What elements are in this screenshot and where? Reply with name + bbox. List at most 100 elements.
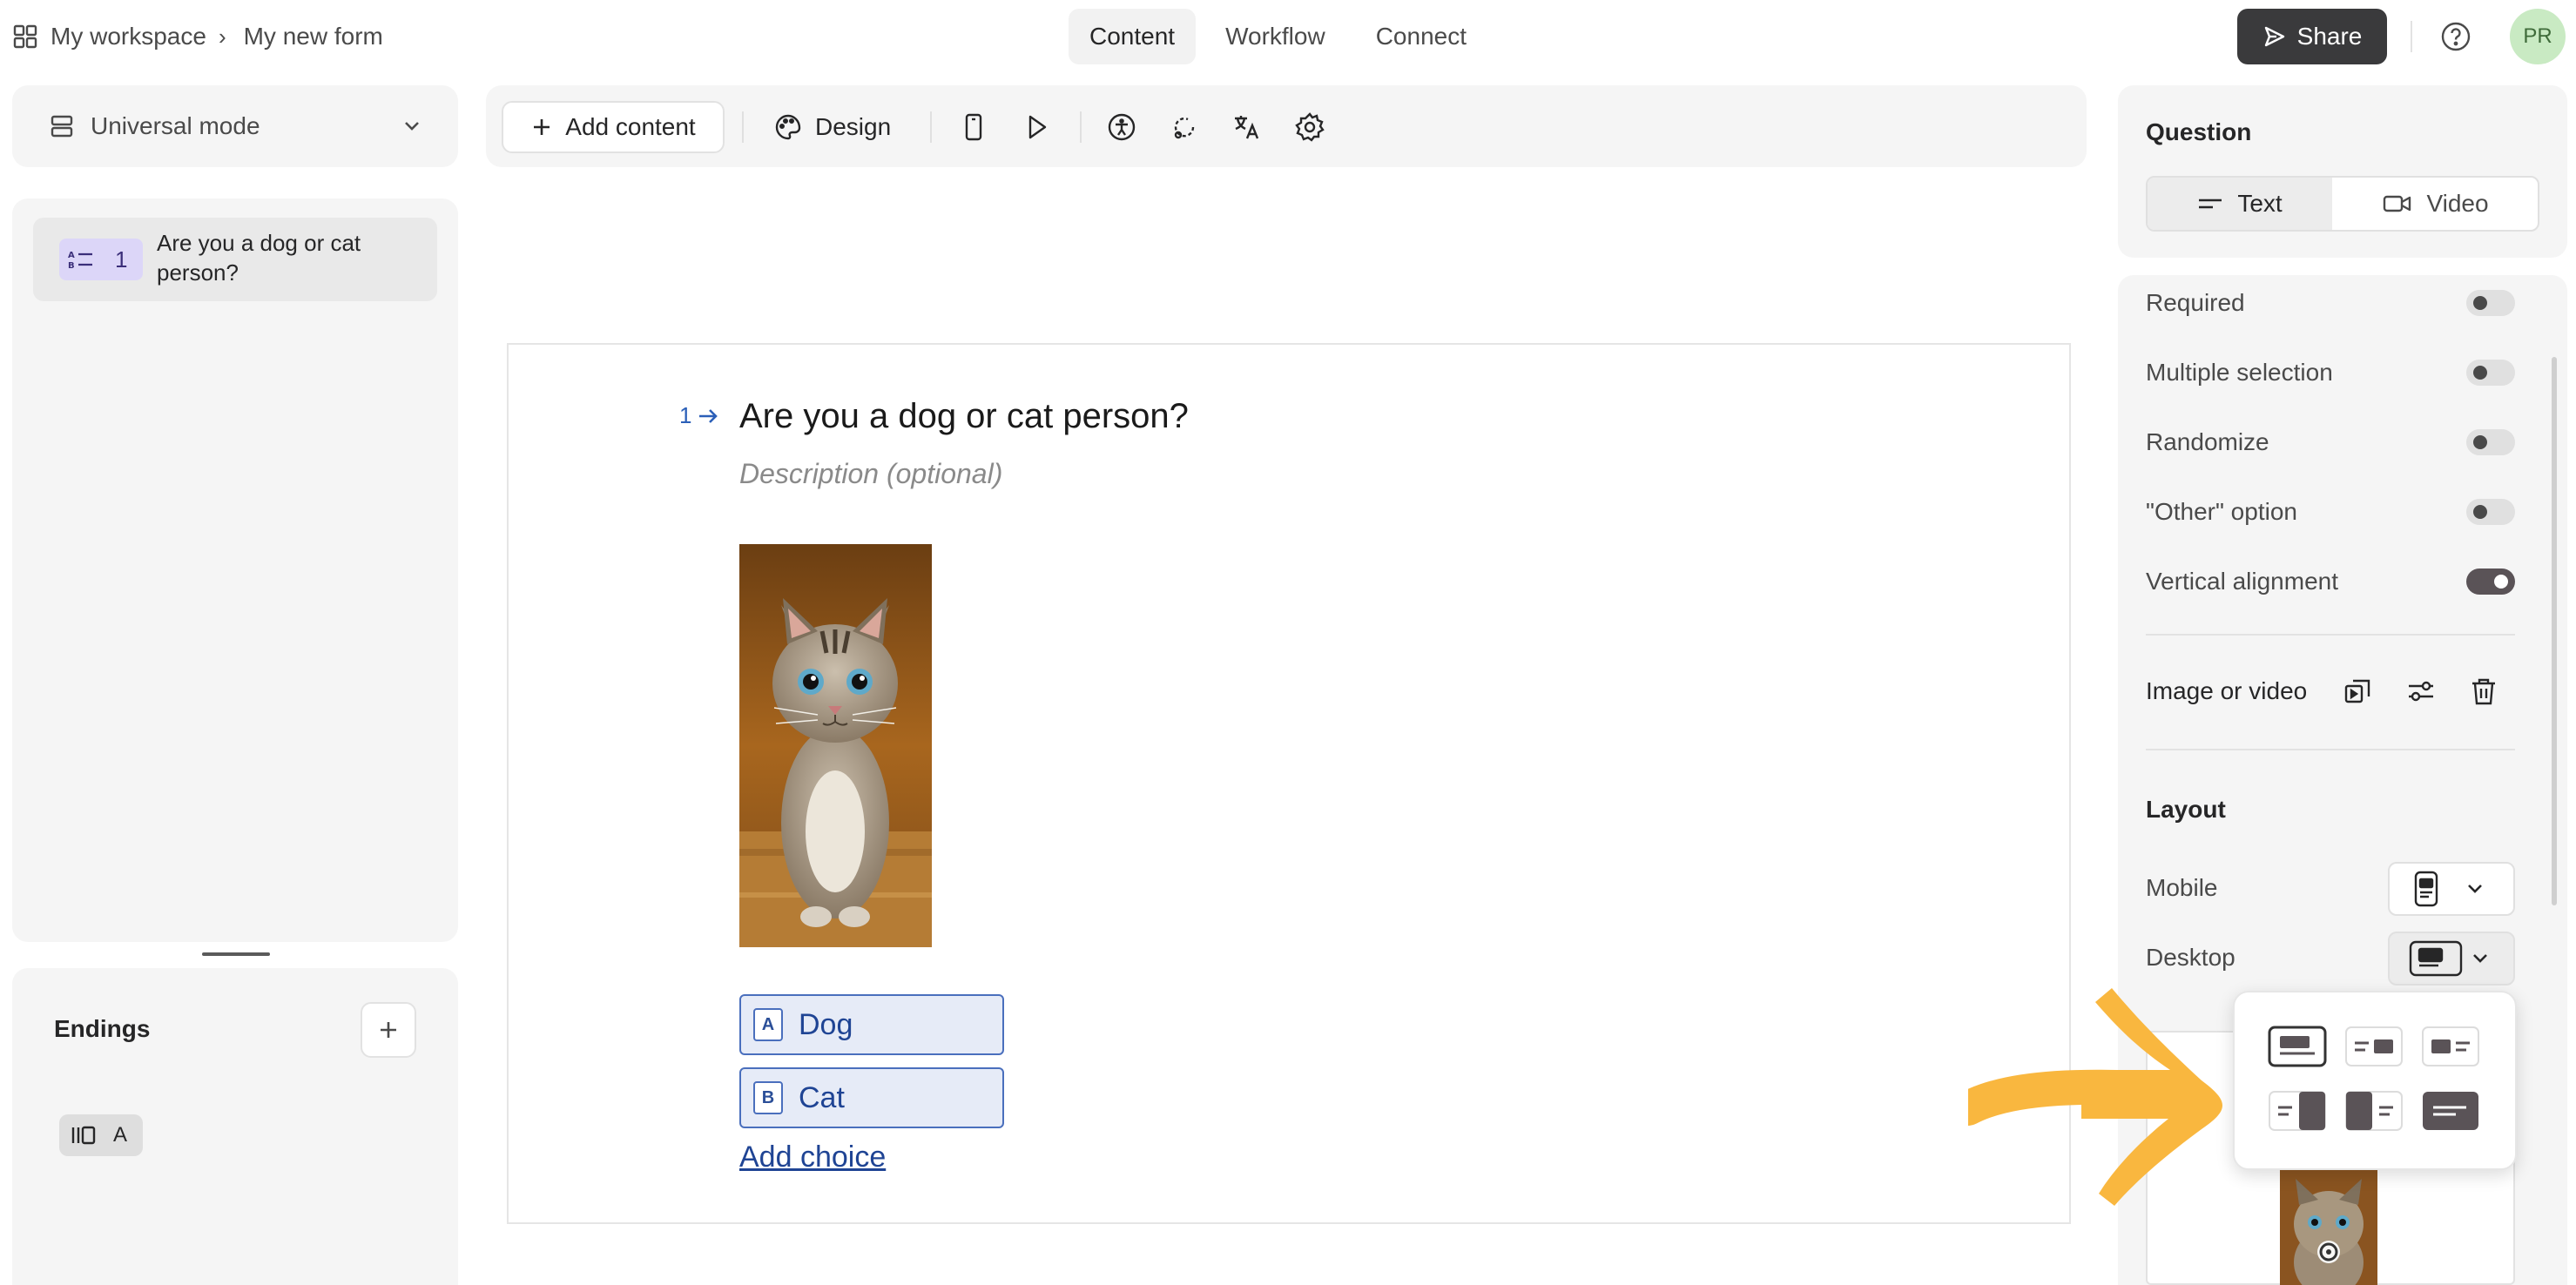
mobile-preview-icon[interactable] <box>954 108 993 146</box>
canvas-question-number: 1 <box>679 402 692 428</box>
add-content-label: Add content <box>565 113 696 140</box>
layout-option-split-left[interactable] <box>2345 1091 2403 1131</box>
required-label: Required <box>2146 289 2245 316</box>
question-image-kitten[interactable] <box>739 544 932 947</box>
replace-media-icon[interactable] <box>2341 674 2376 709</box>
toolbar-divider <box>930 111 932 143</box>
multiple-selection-toggle[interactable] <box>2466 360 2515 386</box>
add-content-button[interactable]: Add content <box>502 101 725 153</box>
layout-option-image-top[interactable] <box>2268 1026 2327 1067</box>
question-number-indicator: 1 <box>679 402 719 429</box>
design-label: Design <box>815 113 892 140</box>
choice-key-badge: B <box>753 1081 783 1114</box>
chevron-down-icon <box>2470 948 2491 969</box>
question-list <box>12 198 458 942</box>
layout-option-wallpaper[interactable] <box>2423 1092 2478 1130</box>
logic-icon[interactable] <box>1165 108 1204 146</box>
text-lines-icon <box>2197 195 2223 212</box>
svg-text:B: B <box>68 261 75 270</box>
ending-icon <box>70 1124 98 1147</box>
question-number: 1 <box>115 246 128 272</box>
required-toggle[interactable] <box>2466 290 2515 316</box>
tab-connect[interactable]: Connect <box>1355 9 1487 64</box>
media-preview-thumbnail[interactable] <box>2280 1167 2377 1285</box>
video-format-label: Video <box>2426 190 2489 217</box>
arrow-right-icon <box>697 407 719 426</box>
vertical-alignment-label: Vertical alignment <box>2146 568 2339 595</box>
apps-grid-icon[interactable] <box>12 24 38 50</box>
other-option-toggle[interactable] <box>2466 499 2515 525</box>
trash-icon[interactable] <box>2466 674 2501 709</box>
image-or-video-label: Image or video <box>2146 677 2308 704</box>
settings-divider <box>2146 749 2515 750</box>
question-description-input[interactable]: Description (optional) <box>739 458 1002 490</box>
endings-title: Endings <box>54 1015 151 1042</box>
layout-section-title: Layout <box>2146 796 2226 823</box>
play-icon[interactable] <box>1017 108 1055 146</box>
breadcrumb-form-name[interactable]: My new form <box>244 23 383 50</box>
add-choice-link[interactable]: Add choice <box>739 1140 886 1174</box>
breadcrumb-workspace-link[interactable]: My workspace <box>51 23 206 50</box>
design-button[interactable]: Design <box>773 108 891 146</box>
text-format-label: Text <box>2237 190 2283 217</box>
multiple-selection-label: Multiple selection <box>2146 359 2333 386</box>
desktop-layout-icon <box>2409 939 2463 979</box>
choice-key-badge: A <box>753 1008 783 1041</box>
tab-content[interactable]: Content <box>1069 9 1197 64</box>
chevron-down-icon <box>2465 878 2485 899</box>
translate-icon[interactable] <box>1228 108 1266 146</box>
layout-option-image-right[interactable] <box>2345 1026 2403 1066</box>
send-icon <box>2262 24 2287 49</box>
toolbar-divider <box>742 111 744 143</box>
layers-icon <box>49 113 75 139</box>
layout-desktop-label: Desktop <box>2146 944 2235 971</box>
mobile-layout-dropdown[interactable] <box>2388 862 2515 916</box>
vertical-alignment-toggle[interactable] <box>2466 568 2515 595</box>
plus-icon <box>376 1018 401 1042</box>
text-format-tab[interactable]: Text <box>2148 178 2332 230</box>
video-format-tab[interactable]: Video <box>2334 178 2538 230</box>
share-button[interactable]: Share <box>2237 9 2387 64</box>
question-list-title: Are you a dog or cat person? <box>157 230 361 286</box>
randomize-toggle[interactable] <box>2466 429 2515 455</box>
ending-item[interactable]: A <box>59 1114 143 1156</box>
choice-label[interactable]: Cat <box>799 1081 845 1115</box>
layout-mobile-label: Mobile <box>2146 874 2218 901</box>
video-camera-icon <box>2383 193 2412 214</box>
layout-option-split-right[interactable] <box>2269 1091 2326 1131</box>
choice-option-a[interactable]: A Dog <box>739 994 1004 1055</box>
topbar-divider <box>2411 21 2412 52</box>
adjust-sliders-icon[interactable] <box>2404 674 2438 709</box>
randomize-label: Randomize <box>2146 428 2269 455</box>
toolbar-divider <box>1080 111 1082 143</box>
resize-handle[interactable] <box>202 952 270 956</box>
breadcrumb: My workspace › My new form <box>12 19 383 54</box>
other-option-label: "Other" option <box>2146 498 2297 525</box>
question-type-badge: A B 1 <box>59 239 143 280</box>
svg-text:A: A <box>68 251 75 260</box>
mode-label: Universal mode <box>91 112 260 139</box>
ending-label: A <box>113 1123 128 1147</box>
desktop-layout-dropdown[interactable] <box>2388 932 2515 986</box>
tab-workflow[interactable]: Workflow <box>1204 9 1346 64</box>
settings-gear-icon[interactable] <box>1291 108 1329 146</box>
help-icon[interactable] <box>2438 19 2473 54</box>
annotation-arrow <box>1968 979 2247 1214</box>
accessibility-icon[interactable] <box>1103 108 1141 146</box>
choice-option-b[interactable]: B Cat <box>739 1067 1004 1128</box>
settings-scrollbar[interactable] <box>2552 357 2557 905</box>
multiple-choice-icon: A B <box>68 249 94 270</box>
mode-selector[interactable]: Universal mode <box>12 85 458 167</box>
share-button-label: Share <box>2296 23 2363 50</box>
question-title-input[interactable]: Are you a dog or cat person? <box>739 397 1189 436</box>
layout-option-image-left[interactable] <box>2422 1026 2479 1066</box>
add-ending-button[interactable] <box>361 1002 416 1058</box>
main-tabs: Content Workflow Connect <box>1069 9 1487 64</box>
plus-icon <box>530 116 553 138</box>
palette-icon <box>773 112 803 142</box>
choice-label[interactable]: Dog <box>799 1008 853 1042</box>
avatar[interactable]: PR <box>2510 9 2566 64</box>
editor-toolbar <box>486 85 2087 167</box>
question-panel-title: Question <box>2146 118 2252 145</box>
mobile-layout-icon <box>2412 871 2440 907</box>
